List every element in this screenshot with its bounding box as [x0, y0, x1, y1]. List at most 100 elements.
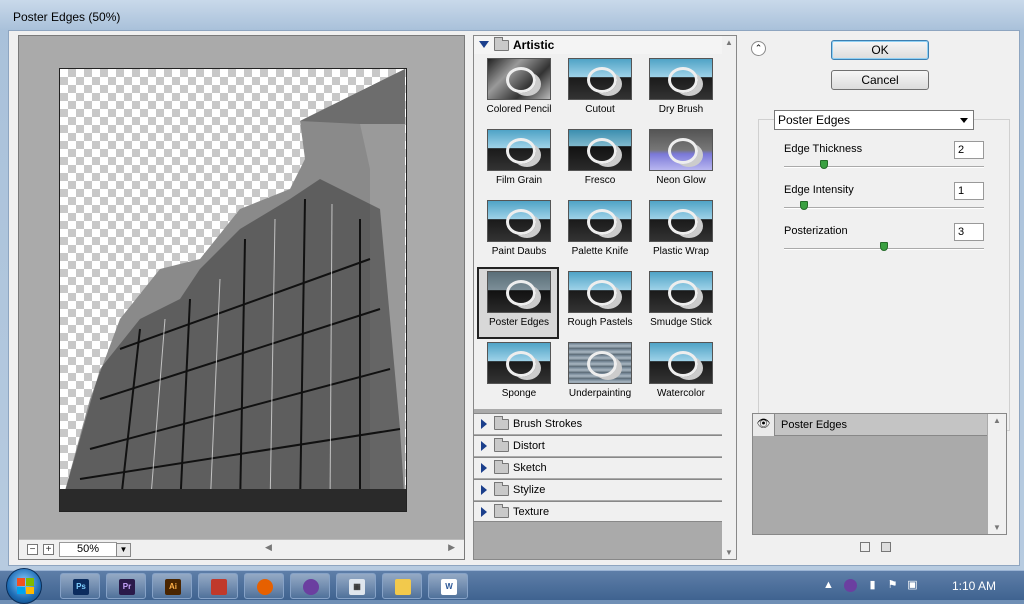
filter-label: Cutout	[585, 104, 615, 115]
preview-panel: − + 50% ▼ ◀ ▶	[18, 35, 465, 560]
filter-thumb-image	[649, 271, 713, 313]
filter-thumb-image	[487, 58, 551, 100]
filter-gallery: Artistic Colored Pencil Cutout Dry Brush…	[473, 35, 737, 560]
filter-label: Sponge	[501, 388, 537, 399]
param-value-input[interactable]: 2	[954, 141, 984, 159]
param-value-input[interactable]: 1	[954, 182, 984, 200]
expand-triangle-icon	[479, 41, 489, 48]
category-texture[interactable]: Texture	[474, 501, 722, 522]
zoom-dropdown-icon[interactable]: ▼	[116, 543, 131, 557]
category-artistic[interactable]: Artistic	[474, 36, 722, 54]
param-label: Edge Thickness	[784, 143, 863, 155]
taskbar-photoshop[interactable]: Ps	[60, 573, 100, 599]
preview-hscrollbar[interactable]: ◀ ▶	[265, 542, 455, 556]
param-edge-intensity: Edge Intensity 1	[784, 182, 989, 224]
filter-thumb-image	[568, 58, 632, 100]
slider-knob[interactable]	[820, 160, 828, 169]
network-icon[interactable]: ▣	[906, 579, 919, 592]
category-label: Distort	[513, 440, 545, 452]
param-value-input[interactable]: 3	[954, 223, 984, 241]
scroll-down-icon[interactable]: ▼	[722, 548, 736, 557]
visibility-eye-icon[interactable]: 👁	[753, 414, 775, 436]
scroll-up-icon[interactable]: ▲	[722, 38, 736, 47]
category-distort[interactable]: Distort	[474, 435, 722, 456]
show-hidden-icons-icon[interactable]: ▲	[822, 579, 835, 592]
filter-label: Poster Edges	[488, 317, 550, 328]
clock[interactable]: 1:10 AM	[952, 579, 996, 593]
filter-thumb-image	[649, 342, 713, 384]
param-edge-thickness: Edge Thickness 2	[784, 141, 989, 183]
zoom-in-button[interactable]: +	[43, 544, 54, 555]
effect-layer[interactable]: 👁 Poster Edges	[753, 414, 987, 436]
filter-thumb[interactable]: Palette Knife	[560, 198, 640, 268]
filter-thumb[interactable]: Watercolor	[641, 340, 721, 410]
flag-icon[interactable]: ⚑	[886, 579, 899, 592]
filter-thumbnails: Colored Pencil Cutout Dry Brush Film Gra…	[474, 54, 722, 409]
preview-canvas[interactable]	[59, 68, 407, 512]
slider-track[interactable]	[784, 207, 984, 209]
filter-thumb[interactable]: Dry Brush	[641, 56, 721, 126]
taskbar-word[interactable]: W	[428, 573, 468, 599]
layers-vscrollbar[interactable]: ▲ ▼	[988, 414, 1006, 534]
scroll-up-icon[interactable]: ▲	[988, 416, 1006, 425]
illustrator-icon: Ai	[165, 579, 181, 595]
taskbar-premiere[interactable]: Pr	[106, 573, 146, 599]
ok-button[interactable]: OK	[831, 40, 929, 60]
folder-explorer-icon	[395, 579, 411, 595]
filter-label: Smudge Stick	[650, 317, 712, 328]
filter-thumb[interactable]: Colored Pencil	[479, 56, 559, 126]
cancel-button[interactable]: Cancel	[831, 70, 929, 90]
filter-label: Underpainting	[568, 388, 632, 399]
slider-knob[interactable]	[880, 242, 888, 251]
filter-thumb[interactable]: Fresco	[560, 127, 640, 197]
scroll-down-icon[interactable]: ▼	[988, 523, 1006, 532]
filter-thumb[interactable]: Smudge Stick	[641, 269, 721, 339]
filter-thumb[interactable]: Rough Pastels	[560, 269, 640, 339]
delete-effect-layer-icon[interactable]	[881, 542, 891, 552]
filter-thumb[interactable]: Sponge	[479, 340, 559, 410]
taskbar: Ps Pr Ai ▦ W ▲ ▮ ⚑ ▣ 1:10 AM	[0, 568, 1024, 604]
filter-thumb-image	[649, 58, 713, 100]
gallery-vscrollbar[interactable]: ▲ ▼	[722, 36, 736, 559]
filter-thumb[interactable]: Paint Daubs	[479, 198, 559, 268]
preview-toolbar: − + 50% ▼ ◀ ▶	[19, 539, 464, 559]
filter-thumb[interactable]: Underpainting	[560, 340, 640, 410]
firefox-icon	[257, 579, 273, 595]
folder-icon	[494, 504, 509, 518]
taskbar-illustrator[interactable]: Ai	[152, 573, 192, 599]
taskbar-flash[interactable]	[198, 573, 238, 599]
filter-select[interactable]: Poster Edges	[774, 110, 974, 130]
category-stylize[interactable]: Stylize	[474, 479, 722, 500]
taskbar-firefox[interactable]	[244, 573, 284, 599]
filter-thumb[interactable]: Film Grain	[479, 127, 559, 197]
filter-label: Rough Pastels	[567, 317, 633, 328]
new-effect-layer-icon[interactable]	[860, 542, 870, 552]
battery-icon[interactable]: ▮	[866, 579, 879, 592]
filter-label: Dry Brush	[658, 104, 704, 115]
slider-track[interactable]	[784, 166, 984, 168]
category-label: Brush Strokes	[513, 418, 583, 430]
filter-thumb-selected[interactable]: Poster Edges	[477, 267, 559, 339]
category-brush-strokes[interactable]: Brush Strokes	[474, 413, 722, 434]
dialog-window: Poster Edges (50%) − + 50% ▼ ◀ ▶ Artisti…	[0, 0, 1024, 570]
zoom-level[interactable]: 50%	[59, 542, 117, 557]
filter-thumb[interactable]: Neon Glow	[641, 127, 721, 197]
pencil-icon	[211, 579, 227, 595]
filter-thumb-image	[568, 271, 632, 313]
taskbar-calculator[interactable]: ▦	[336, 573, 376, 599]
taskbar-eclipse[interactable]	[290, 573, 330, 599]
collapse-gallery-button[interactable]: ⌃	[751, 41, 766, 56]
filter-label: Film Grain	[495, 175, 543, 186]
calculator-icon: ▦	[349, 579, 365, 595]
filter-thumb[interactable]: Plastic Wrap	[641, 198, 721, 268]
eclipse-icon	[303, 579, 319, 595]
start-button[interactable]	[6, 568, 42, 604]
folder-icon	[494, 438, 509, 452]
collapsed-triangle-icon	[481, 463, 487, 473]
taskbar-explorer[interactable]	[382, 573, 422, 599]
category-sketch[interactable]: Sketch	[474, 457, 722, 478]
slider-knob[interactable]	[800, 201, 808, 210]
zoom-out-button[interactable]: −	[27, 544, 38, 555]
eclipse-tray-icon[interactable]	[844, 579, 857, 592]
filter-thumb[interactable]: Cutout	[560, 56, 640, 126]
